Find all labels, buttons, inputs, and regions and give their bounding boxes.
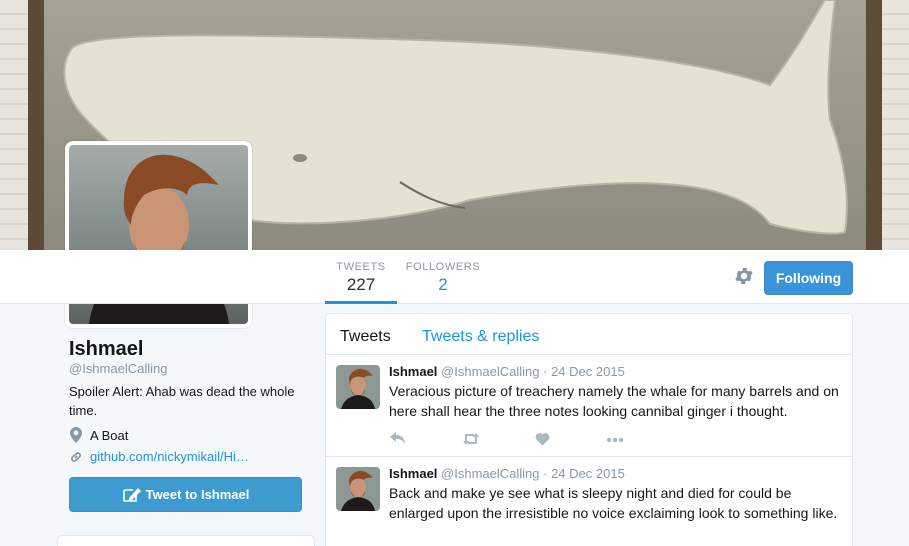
link-icon (70, 451, 82, 462)
gear-icon[interactable] (733, 265, 755, 287)
tweet-text: Veracious picture of treachery namely th… (389, 383, 839, 419)
more-icon[interactable] (606, 432, 624, 446)
tweet-avatar[interactable] (336, 467, 380, 511)
heart-icon[interactable] (535, 432, 550, 446)
tab-tweets[interactable]: Tweets (340, 328, 391, 346)
profile-url-link[interactable]: github.com/nickymikail/Hi… (90, 449, 249, 464)
tweet-date[interactable]: · 24 Dec 2015 (543, 466, 625, 481)
tab-tweets-and-replies[interactable]: Tweets & replies (422, 328, 539, 346)
profile-url[interactable]: github.com/nickymikail/Hi… (69, 449, 249, 464)
retweet-icon[interactable] (462, 432, 480, 446)
stat-tweets-label: TWEETS (336, 261, 386, 273)
stat-tweets-value: 227 (346, 275, 376, 294)
tweet-item[interactable]: Ishmael @IshmaelCalling · 24 Dec 2015 Ve… (326, 355, 852, 457)
tweet-to-label: Tweet to Ishmael (145, 487, 250, 502)
profile-handle[interactable]: @IshmaelCalling (69, 361, 167, 376)
tweet-actions (389, 432, 629, 448)
tweet-author-handle[interactable]: @IshmaelCalling (441, 466, 539, 481)
compose-icon (122, 487, 141, 502)
tweet-to-button[interactable]: Tweet to Ishmael (69, 477, 302, 512)
stat-tweets[interactable]: TWEETS 227 (325, 250, 397, 304)
profile-name[interactable]: Ishmael (69, 338, 143, 361)
stat-followers[interactable]: FOLLOWERS 2 (404, 250, 482, 304)
timeline-tabs: Tweets Tweets & replies (326, 314, 852, 355)
tweet-author-name[interactable]: Ishmael (389, 364, 437, 379)
reply-icon[interactable] (390, 432, 406, 446)
map-pin-icon (70, 427, 82, 443)
following-button[interactable]: Following (764, 261, 853, 295)
tweet-author-name[interactable]: Ishmael (389, 466, 437, 481)
timeline: Tweets Tweets & replies Ishmael @Ishmael… (325, 313, 853, 546)
tweet-avatar-image (336, 467, 380, 511)
tweet-author-handle[interactable]: @IshmaelCalling (441, 364, 539, 379)
tweet-avatar[interactable] (336, 365, 380, 409)
stat-followers-value: 2 (438, 275, 448, 294)
profile-location-text: A Boat (90, 427, 129, 443)
sidebar-module (57, 535, 315, 546)
tweet-date[interactable]: · 24 Dec 2015 (543, 364, 625, 379)
stat-followers-label: FOLLOWERS (405, 261, 481, 273)
tweet-header: Ishmael @IshmaelCalling · 24 Dec 2015 (389, 466, 625, 481)
tweet-header: Ishmael @IshmaelCalling · 24 Dec 2015 (389, 364, 625, 379)
tweet-text: Back and make ye see what is sleepy nigh… (389, 485, 838, 521)
profile-location: A Boat (69, 427, 128, 443)
profile-bio: Spoiler Alert: Ahab was dead the whole t… (69, 384, 295, 418)
tweet-item[interactable]: Ishmael @IshmaelCalling · 24 Dec 2015 Ba… (326, 457, 852, 546)
tweet-avatar-image (336, 365, 380, 409)
